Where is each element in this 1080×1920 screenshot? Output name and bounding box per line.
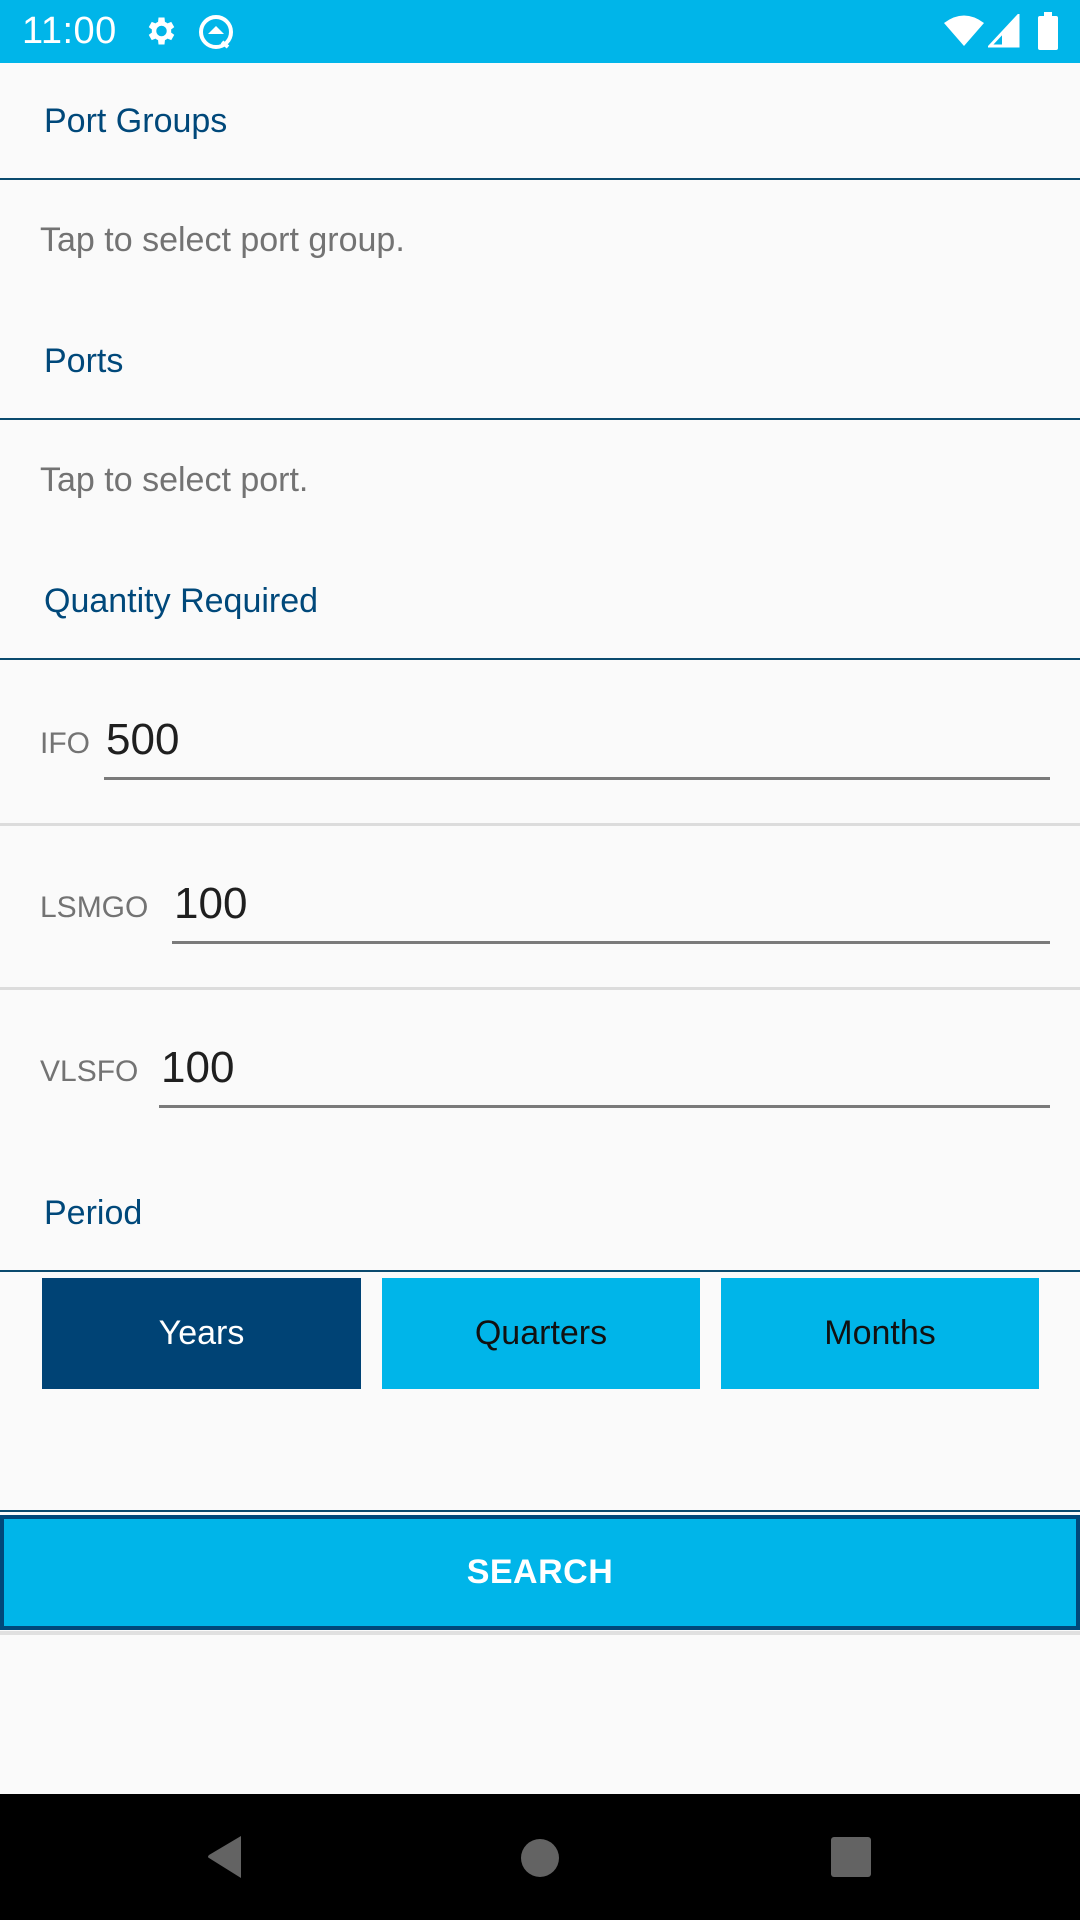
divider — [0, 658, 1080, 660]
recents-icon[interactable] — [831, 1837, 871, 1882]
port-groups-title: Port Groups — [44, 102, 228, 140]
divider — [0, 823, 1080, 826]
search-button[interactable]: SEARCH — [0, 1515, 1080, 1630]
quantity-title: Quantity Required — [44, 582, 319, 620]
vlsfo-input[interactable] — [159, 1043, 1050, 1108]
status-bar: 11:00 — [0, 0, 1080, 63]
period-years-button[interactable]: Years — [42, 1278, 361, 1389]
port-placeholder: Tap to select port. — [40, 461, 309, 499]
period-quarters-button[interactable]: Quarters — [382, 1278, 700, 1389]
period-title: Period — [44, 1194, 143, 1232]
divider — [0, 1510, 1080, 1512]
q-badge-icon — [196, 12, 236, 57]
ifo-label: IFO — [40, 727, 90, 760]
battery-icon — [1038, 12, 1058, 55]
vlsfo-label: VLSFO — [40, 1055, 139, 1088]
divider — [0, 987, 1080, 990]
port-group-placeholder: Tap to select port group. — [40, 221, 405, 259]
lsmgo-label: LSMGO — [40, 891, 149, 924]
navigation-bar — [0, 1794, 1080, 1920]
ports-title: Ports — [44, 342, 124, 380]
home-icon[interactable] — [521, 1838, 559, 1883]
back-icon[interactable] — [205, 1834, 245, 1885]
lsmgo-input[interactable] — [172, 879, 1050, 944]
period-months-button[interactable]: Months — [721, 1278, 1039, 1389]
wifi-icon — [944, 14, 984, 53]
port-group-selector[interactable]: Tap to select port group. — [0, 180, 1080, 300]
port-selector[interactable]: Tap to select port. — [0, 420, 1080, 540]
ifo-input[interactable] — [104, 715, 1050, 780]
search-button-shadow — [0, 1631, 1080, 1635]
signal-icon — [986, 12, 1020, 53]
divider — [0, 1270, 1080, 1272]
status-time: 11:00 — [22, 10, 117, 52]
gear-icon — [142, 13, 178, 54]
